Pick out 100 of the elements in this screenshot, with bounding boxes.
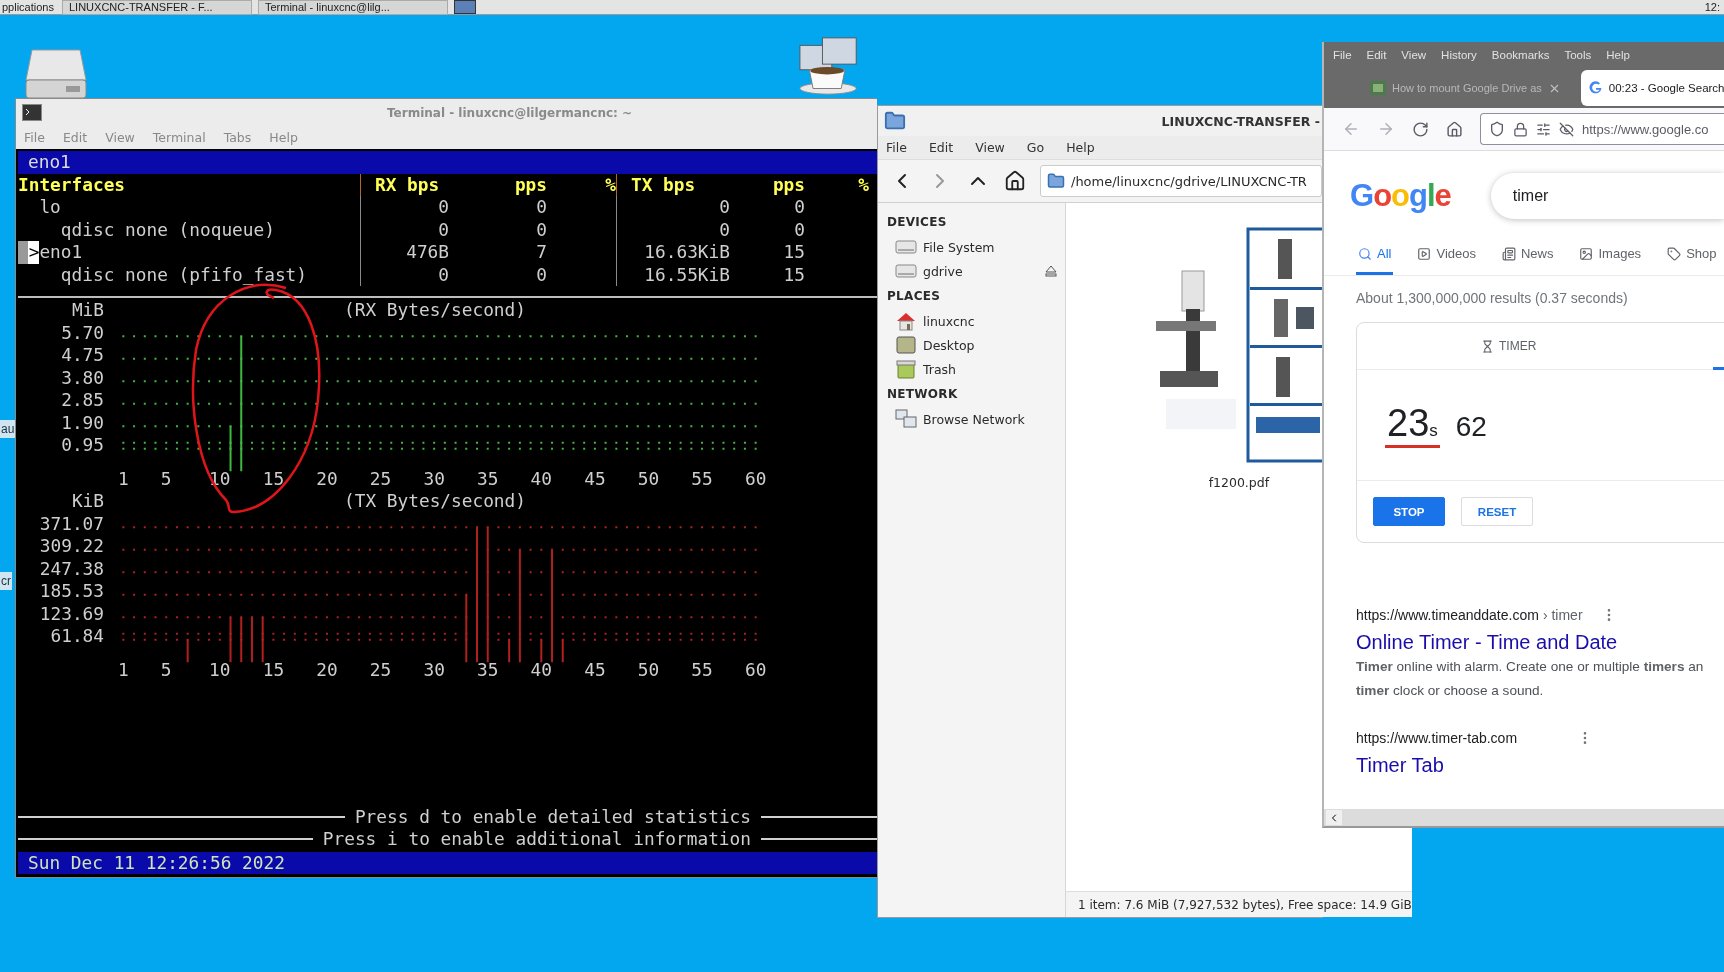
x-tick-label: 5 [160, 467, 172, 491]
x-tick-label: 15 [262, 467, 285, 491]
table-cell: 16.63KiB [644, 241, 730, 264]
sidebar-item[interactable]: Trash [887, 357, 1057, 381]
sidebar-item[interactable]: Browse Network [887, 407, 1057, 431]
timer-seconds: 23 [1387, 402, 1430, 445]
menu-item[interactable]: Edit [928, 140, 954, 155]
x-tick-label: 30 [423, 659, 445, 682]
column-header: % [605, 173, 616, 196]
sidebar-heading: PLACES [887, 288, 942, 305]
table-cell: 0 [536, 218, 547, 241]
x-tick-label: 20 [316, 467, 338, 491]
sidebar-item[interactable]: File System [887, 235, 1057, 259]
sidebar-heading: DEVICES [887, 214, 948, 231]
menu-item[interactable]: Help [1606, 49, 1630, 61]
table-cell: 0 [719, 196, 730, 219]
search-tab[interactable]: Videos [1415, 235, 1478, 275]
search-tab[interactable]: News [1499, 235, 1556, 275]
url-field[interactable]: https://www.google.co [1480, 113, 1724, 145]
result-stats: About 1,300,000,000 results (0.37 seconds) [1356, 290, 1629, 306]
lock-icon[interactable] [1513, 121, 1528, 137]
result-url: https://www.timeanddate.com [1356, 607, 1539, 623]
horizontal-scrollbar[interactable] [1324, 809, 1724, 826]
x-tick-label: 60 [744, 467, 767, 491]
x-tick-label: 25 [369, 467, 392, 491]
menu-item[interactable]: Tools [1564, 49, 1592, 61]
result-breadcrumb: › timer [1542, 607, 1583, 623]
path-field[interactable]: /home/linuxcnc/gdrive/LINUXCNC-TR [1040, 165, 1322, 197]
table-cell: 0 [794, 218, 805, 241]
search-tab[interactable]: Shop [1665, 235, 1719, 275]
seconds-field[interactable]: 23s [1385, 402, 1440, 448]
menu-item[interactable]: History [1441, 49, 1477, 61]
y-tick-label: 2.85 [61, 389, 104, 412]
result-title-link[interactable]: Timer Tab [1356, 754, 1724, 777]
sidebar-item[interactable]: gdrive [887, 259, 1057, 283]
menu-item[interactable]: Go [1026, 140, 1045, 155]
x-tick-label: 10 [209, 467, 231, 491]
x-tick-label: 1 [118, 467, 129, 491]
timer-heading[interactable]: TIMER [1499, 339, 1537, 353]
reset-button[interactable]: RESET [1461, 497, 1533, 526]
x-tick-label: 35 [477, 659, 499, 682]
taskbar-window-button[interactable]: Terminal - linuxcnc@lilg... [258, 0, 448, 15]
home-button[interactable] [1446, 120, 1463, 138]
search-tab[interactable]: All [1356, 235, 1394, 275]
timer-hundredths: 62 [1455, 411, 1487, 443]
menu-item[interactable]: File [886, 140, 907, 155]
home-icon[interactable] [1004, 170, 1026, 192]
menu-item[interactable]: Help [1066, 140, 1095, 155]
result-title-link[interactable]: Online Timer - Time and Date [1356, 631, 1724, 654]
x-tick-label: 60 [744, 659, 767, 682]
x-tick-label: 30 [423, 467, 445, 491]
shield-icon[interactable] [1489, 121, 1505, 137]
x-tick-label: 40 [530, 659, 552, 682]
axis-unit: KiB [71, 490, 104, 513]
hard-drive-icon[interactable] [22, 46, 90, 100]
reload-button[interactable] [1412, 120, 1429, 138]
table-cell: 15 [783, 241, 805, 264]
result-url: https://www.timer-tab.com [1356, 730, 1518, 746]
search-tab[interactable]: Images [1577, 235, 1644, 275]
newspaper-icon [1501, 246, 1516, 261]
tag-icon [1667, 246, 1682, 261]
search-icon [1358, 246, 1372, 261]
menu-item[interactable]: View [975, 140, 1005, 155]
y-tick-label: 5.70 [61, 321, 104, 344]
network-computers-icon [895, 409, 917, 429]
file-name[interactable]: f1200.pdf [1208, 475, 1270, 490]
g-logo-icon [1588, 81, 1603, 95]
desktop-icon-label[interactable]: au [0, 420, 16, 438]
eject-icon[interactable] [1045, 265, 1057, 277]
hourglass-icon [1481, 339, 1494, 353]
search-field[interactable]: timer [1490, 173, 1724, 219]
taskbar-window-button[interactable]: LINUXCNC-TRANSFER - F... [62, 0, 252, 15]
permissions-icon[interactable] [1536, 121, 1551, 137]
drive-icon [895, 263, 917, 279]
table-cell: 0 [536, 196, 547, 219]
y-tick-label: 1.90 [61, 411, 104, 434]
table-cell: 0 [794, 196, 805, 219]
y-tick-label: 371.07 [39, 512, 104, 536]
row-cursor: > [18, 241, 40, 264]
browser-tab[interactable]: 00:23 - Google Search [1580, 70, 1724, 106]
x-tick-label: 55 [691, 467, 713, 491]
menu-item[interactable]: View [1401, 49, 1427, 61]
result-snippet: Timer online with alarm. Create one or multiple timers an [1356, 658, 1705, 676]
sidebar-item[interactable]: linuxcnc [887, 309, 1057, 333]
applications-menu[interactable]: pplications [0, 1, 62, 13]
menu-item[interactable]: File [1333, 49, 1352, 61]
window-title: LINUXCNC-TRANSFER - [1161, 113, 1320, 129]
table-cell: 15 [783, 263, 805, 286]
hint-text: Press d to enable detailed statistics [354, 805, 751, 828]
desktop-icon-label[interactable]: cr [0, 572, 12, 590]
tracking-blocked-icon[interactable] [1559, 121, 1574, 137]
workspace-switcher[interactable] [454, 0, 476, 14]
menu-item[interactable]: Bookmarks [1491, 49, 1550, 61]
stop-button[interactable]: STOP [1373, 497, 1445, 526]
sidebar-item[interactable]: Desktop [887, 333, 1057, 357]
y-tick-label: 0.95 [61, 434, 104, 457]
column-header: pps [772, 173, 805, 196]
google-logo[interactable]: Google [1350, 178, 1451, 214]
x-tick-label: 50 [637, 659, 660, 682]
menu-item[interactable]: Edit [1366, 49, 1387, 61]
